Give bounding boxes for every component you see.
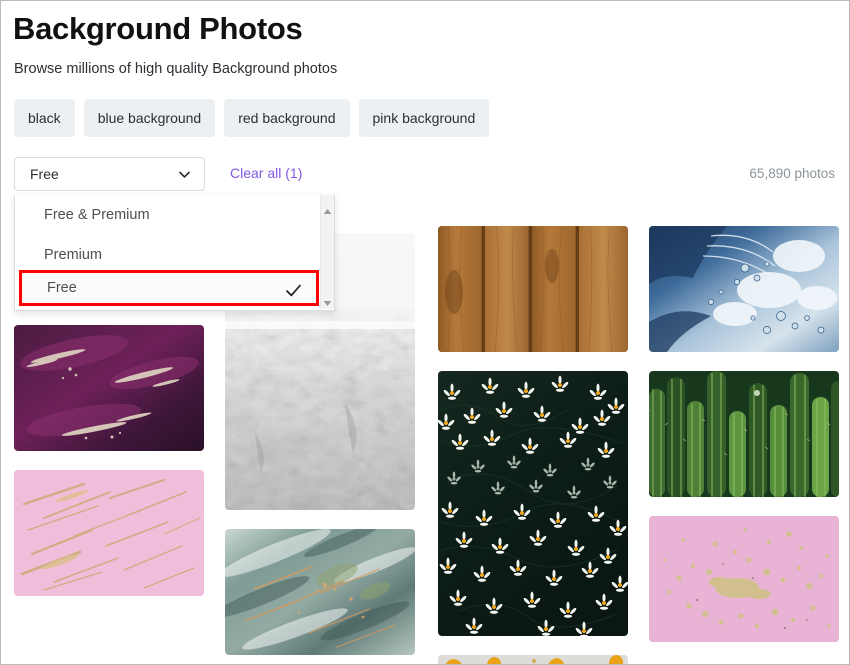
dropdown-scrollbar-thumb[interactable]: [322, 213, 333, 277]
tag-chip-blue-background[interactable]: blue background: [83, 99, 216, 137]
license-select[interactable]: Free: [14, 157, 205, 191]
photo-green-cacti[interactable]: [649, 371, 839, 497]
related-tags-row: black blue background red background pin…: [14, 99, 490, 137]
photo-water-splash[interactable]: [649, 226, 839, 352]
tag-chip-red-background[interactable]: red background: [224, 99, 350, 137]
license-dropdown-menu[interactable]: Free & Premium Premium Free: [14, 195, 335, 311]
tag-chip-pink-background[interactable]: pink background: [358, 99, 490, 137]
dropdown-option-free-and-premium[interactable]: Free & Premium: [15, 195, 334, 235]
photo-white-daisies[interactable]: [438, 371, 628, 636]
scroll-up-arrow-icon[interactable]: [323, 202, 332, 214]
page-title: Background Photos: [13, 11, 303, 46]
dropdown-scrollbar[interactable]: [320, 195, 334, 309]
photo-column-4: [649, 226, 839, 661]
pexels-background-photos-page: Background Photos Browse millions of hig…: [0, 0, 850, 665]
photo-teal-gold-marble[interactable]: [225, 529, 415, 655]
license-select-value: Free: [30, 166, 59, 182]
dropdown-option-free-label: Free: [47, 280, 77, 296]
clear-all-link[interactable]: Clear all (1): [230, 165, 302, 181]
page-subtitle: Browse millions of high quality Backgrou…: [14, 61, 338, 77]
scroll-down-arrow-icon[interactable]: [323, 294, 332, 306]
dropdown-option-premium[interactable]: Premium: [15, 235, 334, 275]
photo-pink-gold-splatter[interactable]: [649, 516, 839, 642]
photo-count: 65,890 photos: [749, 166, 835, 181]
photo-column-3: [438, 226, 628, 664]
photo-pink-gold-brushstrokes[interactable]: [14, 470, 204, 596]
photo-wooden-planks[interactable]: [438, 226, 628, 352]
photo-dark-purple-brushstrokes[interactable]: [14, 325, 204, 451]
dropdown-option-free[interactable]: Free: [19, 270, 319, 306]
filter-row: Free Clear all (1) 65,890 photos: [14, 157, 837, 191]
tag-chip-black[interactable]: black: [14, 99, 75, 137]
chevron-down-icon: [178, 168, 191, 181]
photo-orange-petals[interactable]: [438, 655, 628, 664]
check-icon: [285, 280, 302, 297]
